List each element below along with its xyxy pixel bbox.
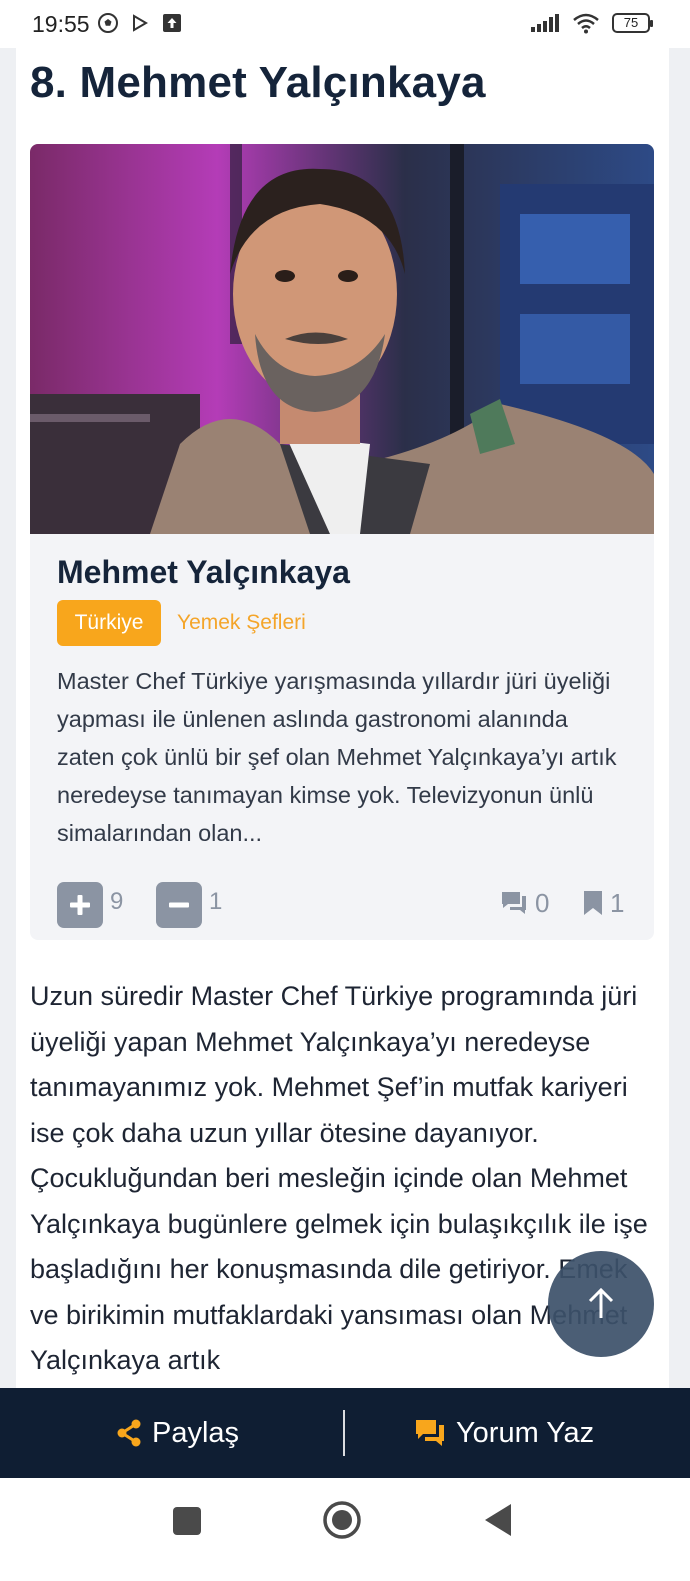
- status-bar: 19:55 75: [0, 0, 690, 48]
- share-icon: [117, 1419, 141, 1447]
- share-button[interactable]: Paylaş: [116, 1388, 239, 1478]
- share-label: Paylaş: [152, 1416, 240, 1449]
- person-card[interactable]: Mehmet Yalçınkaya Türkiye Yemek Şefleri …: [30, 144, 654, 940]
- scroll-to-top-button[interactable]: [548, 1251, 654, 1357]
- write-comment-button[interactable]: Yorum Yaz: [414, 1388, 594, 1478]
- battery-icon: 75: [612, 13, 653, 33]
- comment-icon[interactable]: [500, 890, 528, 916]
- downvote-button[interactable]: [156, 882, 202, 928]
- card-name[interactable]: Mehmet Yalçınkaya: [57, 554, 350, 591]
- downvote-count: 1: [209, 888, 223, 915]
- status-left-icons: [98, 13, 182, 33]
- upload-icon: [163, 14, 181, 32]
- comments-icon: [416, 1420, 444, 1446]
- status-time: 19:55: [32, 11, 90, 37]
- category-link[interactable]: Yemek Şefleri: [177, 600, 306, 646]
- action-divider: [343, 1410, 345, 1456]
- plus-icon: [70, 895, 90, 915]
- home-button[interactable]: [322, 1500, 362, 1540]
- wifi-icon: [573, 13, 599, 34]
- system-nav-bar: [0, 1478, 690, 1581]
- upvote-count: 9: [110, 888, 124, 915]
- soccer-ball-icon: [98, 13, 118, 33]
- back-button[interactable]: [483, 1502, 513, 1538]
- comment-count: 0: [535, 888, 550, 918]
- minus-icon: [169, 902, 189, 908]
- bookmark-count: 1: [610, 888, 625, 918]
- article-content: 8. Mehmet Yalçınkaya Mehmet Yalçınkaya T…: [16, 48, 669, 1388]
- arrow-up-icon: [588, 1287, 614, 1318]
- card-description: Master Chef Türkiye yarışmasında yıllard…: [57, 668, 617, 846]
- write-comment-label: Yorum Yaz: [456, 1416, 595, 1449]
- bottom-action-bar: Paylaş Yorum Yaz: [0, 1388, 690, 1478]
- signal-icon: [531, 14, 559, 32]
- person-photo[interactable]: [30, 144, 654, 534]
- play-store-icon: [133, 14, 148, 32]
- bookmark-icon[interactable]: [582, 890, 604, 916]
- recents-button[interactable]: [173, 1507, 201, 1535]
- status-right-icons: 75: [530, 12, 653, 34]
- country-tag[interactable]: Türkiye: [57, 600, 161, 646]
- section-title: 8. Mehmet Yalçınkaya: [30, 58, 486, 107]
- upvote-button[interactable]: [57, 882, 103, 928]
